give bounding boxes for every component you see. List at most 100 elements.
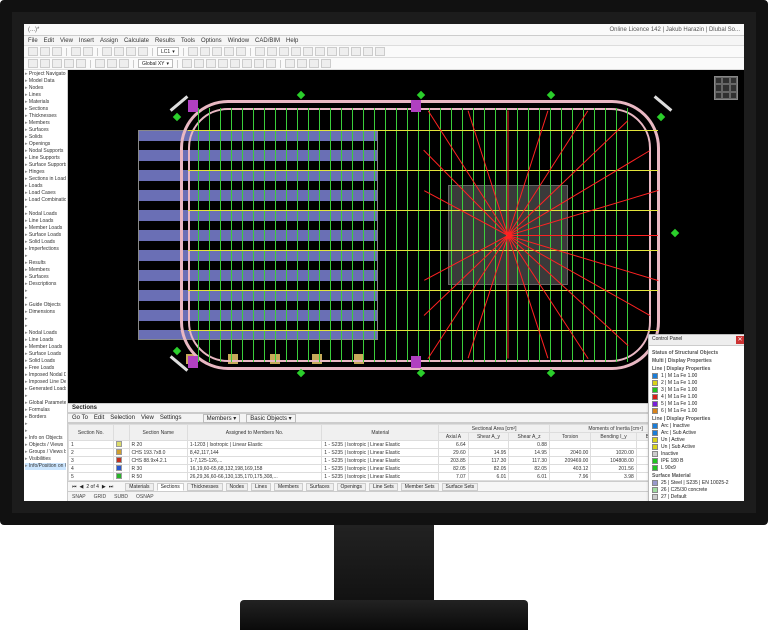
tree-item[interactable]: Members xyxy=(25,267,66,274)
tree-item[interactable]: Visibilities xyxy=(25,456,66,463)
tool-check-icon[interactable] xyxy=(339,47,349,56)
tool-paste-icon[interactable] xyxy=(138,47,148,56)
group-combo[interactable]: Basic Objects ▾ xyxy=(246,414,295,423)
control-panel-item[interactable]: L 90x9 xyxy=(652,464,744,471)
tool-undo-icon[interactable] xyxy=(71,47,81,56)
model-viewport[interactable] xyxy=(68,70,744,403)
col-torsion[interactable]: Torsion xyxy=(549,433,590,441)
tree-item[interactable]: Sections in Load xyxy=(25,176,66,183)
tree-item[interactable]: Descriptions xyxy=(25,281,66,288)
menu-help[interactable]: Help xyxy=(286,38,298,44)
tree-item[interactable]: Surfaces xyxy=(25,274,66,281)
tab-member-sets[interactable]: Member Sets xyxy=(401,483,439,491)
tree-item[interactable] xyxy=(25,428,66,435)
tool-calc-icon[interactable] xyxy=(327,47,337,56)
navigation-cube[interactable] xyxy=(714,76,738,100)
table-row[interactable]: 3CHS 88.9x4.2.11-7,125-126,...1 - S235 |… xyxy=(69,457,744,465)
col-shear-y[interactable]: Shear A_y xyxy=(468,433,509,441)
tool-pan-icon[interactable] xyxy=(200,47,210,56)
colgroup-sectional-area[interactable]: Sectional Area [cm²] xyxy=(439,425,550,433)
tool-transparent-icon[interactable] xyxy=(321,59,331,68)
status-osnap[interactable]: OSNAP xyxy=(136,494,154,500)
tree-item[interactable] xyxy=(25,393,66,400)
col-axial[interactable]: Axial A xyxy=(439,433,468,441)
tool-mirror-icon[interactable] xyxy=(206,59,216,68)
tree-item[interactable]: Model Data xyxy=(25,78,66,85)
tree-item[interactable]: Imposed Line Deformations xyxy=(25,379,66,386)
tool-solid-view-icon[interactable] xyxy=(309,59,319,68)
col-material[interactable]: Material xyxy=(322,425,439,441)
btn-view[interactable]: View xyxy=(141,415,154,421)
tree-item[interactable]: Project Navigator xyxy=(25,71,66,78)
tool-solid-icon[interactable] xyxy=(76,59,86,68)
tool-new-icon[interactable] xyxy=(28,47,38,56)
control-panel-item[interactable]: 1 | M 1a Fe 1.00 xyxy=(652,372,744,379)
tool-line-icon[interactable] xyxy=(40,59,50,68)
tool-render-icon[interactable] xyxy=(285,59,295,68)
tree-item[interactable] xyxy=(25,295,66,302)
control-panel[interactable]: Control Panel ✕ Status of Structural Obj… xyxy=(648,334,744,501)
control-panel-item[interactable]: 3 | M 1a Fe 1.00 xyxy=(652,386,744,393)
menu-insert[interactable]: Insert xyxy=(79,38,94,44)
control-panel-item[interactable]: 5 | M 1a Fe 1.00 xyxy=(652,400,744,407)
tree-item[interactable]: Objects / Views xyxy=(25,442,66,449)
tool-colors-icon[interactable] xyxy=(303,47,313,56)
tool-move-icon[interactable] xyxy=(194,59,204,68)
menu-cadbim[interactable]: CAD/BIM xyxy=(255,38,280,44)
tool-align-icon[interactable] xyxy=(254,59,264,68)
tool-save-icon[interactable] xyxy=(52,47,62,56)
tree-item[interactable]: Generated Loads from Ply Masses xyxy=(25,386,66,393)
tool-iso-icon[interactable] xyxy=(236,47,246,56)
project-navigator[interactable]: Project NavigatorModel DataNodesLinesMat… xyxy=(24,70,68,501)
tree-item[interactable]: Nodes xyxy=(25,85,66,92)
control-panel-item[interactable]: 25 | Steel | S235 | EN 10025-2 xyxy=(652,479,744,486)
workplane-combo[interactable]: Global XY ▾ xyxy=(138,59,173,68)
tree-item[interactable]: Line Loads xyxy=(25,337,66,344)
tool-node-icon[interactable] xyxy=(28,59,38,68)
tree-item[interactable]: Members xyxy=(25,120,66,127)
tool-array-icon[interactable] xyxy=(218,59,228,68)
control-panel-item[interactable]: 26 | C25/30 concrete xyxy=(652,486,744,493)
tool-rotate-icon[interactable] xyxy=(224,47,234,56)
tree-item[interactable]: Openings xyxy=(25,141,66,148)
tree-item[interactable]: Hinges xyxy=(25,169,66,176)
control-panel-item[interactable]: 2 | M 1a Fe 1.00 xyxy=(652,379,744,386)
col-shear-z[interactable]: Shear A_z xyxy=(509,433,550,441)
tool-open-icon[interactable] xyxy=(40,47,50,56)
tree-item[interactable]: Imperfections xyxy=(25,246,66,253)
tree-item[interactable] xyxy=(25,204,66,211)
tree-item[interactable]: Sections xyxy=(25,106,66,113)
status-grid[interactable]: GRID xyxy=(94,494,107,500)
control-panel-item[interactable]: 27 | Default xyxy=(652,493,744,500)
tree-item[interactable]: Results xyxy=(25,260,66,267)
filter-combo[interactable]: Members ▾ xyxy=(203,414,241,423)
tree-item[interactable]: Solid Loads xyxy=(25,239,66,246)
tree-item[interactable]: Member Loads xyxy=(25,344,66,351)
sections-table[interactable]: Section No. Section Name Assigned to Mem… xyxy=(68,424,744,481)
tree-item[interactable]: Line Supports xyxy=(25,155,66,162)
tree-item[interactable]: Borders xyxy=(25,414,66,421)
tree-item[interactable]: Global Parameters xyxy=(25,400,66,407)
status-subd[interactable]: SUBD xyxy=(114,494,128,500)
tab-members[interactable]: Members xyxy=(274,483,303,491)
btn-goto[interactable]: Go To xyxy=(72,415,88,421)
tool-preview-icon[interactable] xyxy=(363,47,373,56)
tool-fit-icon[interactable] xyxy=(212,47,222,56)
tab-lines[interactable]: Lines xyxy=(251,483,271,491)
tree-item[interactable]: Loads xyxy=(25,183,66,190)
btn-settings[interactable]: Settings xyxy=(160,415,182,421)
tool-extrude-icon[interactable] xyxy=(182,59,192,68)
tree-item[interactable]: Formulas xyxy=(25,407,66,414)
tree-item[interactable]: Thicknesses xyxy=(25,113,66,120)
menu-results[interactable]: Results xyxy=(155,38,175,44)
tree-item[interactable] xyxy=(25,288,66,295)
status-snap[interactable]: SNAP xyxy=(72,494,86,500)
table-row[interactable]: 2CHS 193.7x8.08,42,117,1441 - S235 | Iso… xyxy=(69,449,744,457)
tool-measure-icon[interactable] xyxy=(255,47,265,56)
tool-divide-icon[interactable] xyxy=(230,59,240,68)
tree-item[interactable]: Nodal Supports xyxy=(25,148,66,155)
menu-file[interactable]: File xyxy=(28,38,38,44)
tree-item[interactable]: Groups / Views by Mass xyxy=(25,449,66,456)
btn-edit[interactable]: Edit xyxy=(94,415,104,421)
tool-print-icon[interactable] xyxy=(102,47,112,56)
